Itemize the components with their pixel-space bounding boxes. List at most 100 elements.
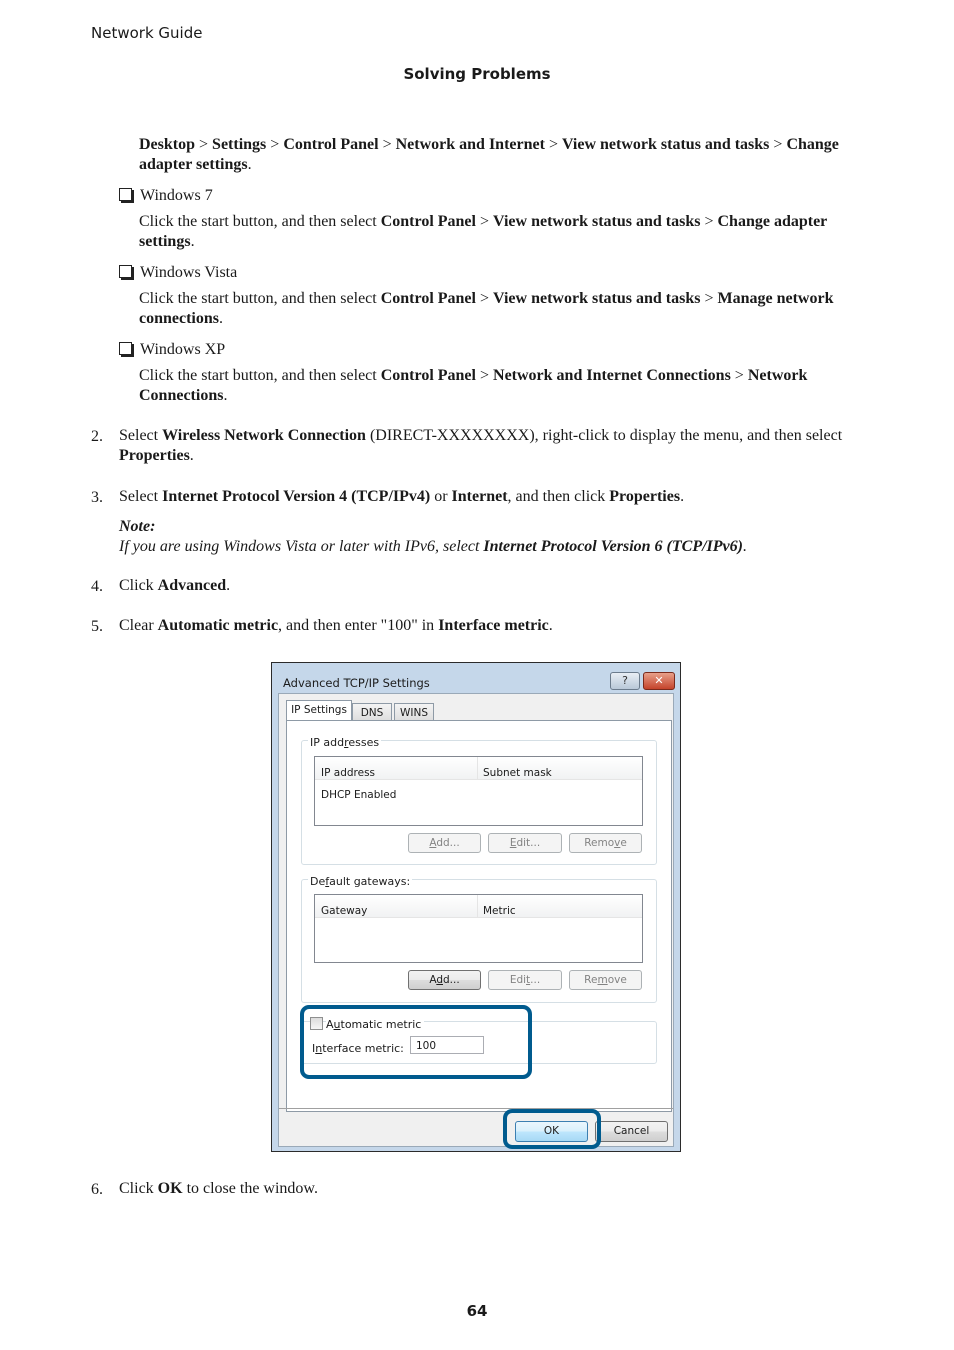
text-run: .	[548, 617, 553, 634]
bold-term: Advanced	[157, 577, 227, 594]
dialog-body: IP Settings DNS WINS IP addresses IP add…	[278, 693, 674, 1149]
step-2-text: Select Wireless Network Connection (DIRE…	[119, 426, 859, 466]
close-icon: ✕	[654, 674, 664, 687]
bold-term: Control Panel	[380, 290, 476, 307]
default-gateways-group: Default gateways: Gateway Metric Add... …	[301, 872, 657, 1003]
bold-term: View network status and tasks	[493, 290, 701, 307]
step-number: 3.	[91, 489, 103, 506]
gateway-edit-button[interactable]: Edit...	[488, 970, 562, 990]
ip-add-button[interactable]: Add...	[408, 833, 481, 853]
bold-term: Internet Protocol Version 4 (TCP/IPv4)	[162, 488, 431, 505]
text-run: .	[219, 310, 223, 327]
text-run: Select	[119, 427, 163, 444]
step-3-text: Select Internet Protocol Version 4 (TCP/…	[119, 487, 859, 507]
os-bullet-windows-vista: Windows Vista	[119, 263, 237, 283]
text-run: .	[226, 577, 231, 594]
text-run: .	[190, 233, 195, 250]
ip-edit-button[interactable]: Edit...	[488, 833, 562, 853]
column-metric[interactable]: Metric	[483, 901, 516, 921]
os-instruction-windows-vista: Click the start button, and then select …	[139, 289, 859, 329]
bold-term: Interface metric	[438, 617, 549, 634]
text-run: If you are using Windows Vista or later …	[119, 538, 484, 555]
checkbox-bullet-icon	[119, 188, 132, 201]
note-text: If you are using Windows Vista or later …	[119, 537, 859, 557]
column-ip-address[interactable]: IP address	[321, 763, 375, 783]
note-label: Note:	[119, 518, 156, 535]
text-run: >	[700, 290, 718, 307]
os-label: Windows Vista	[140, 264, 238, 281]
help-button[interactable]: ?	[610, 672, 640, 690]
bold-term: Properties	[119, 447, 190, 464]
text-run: (DIRECT-XXXXXXXX), right-click to displa…	[365, 427, 843, 444]
text-run: .	[742, 538, 747, 555]
path-segment: Control Panel	[283, 136, 379, 153]
text-run: Click the start button, and then select	[139, 367, 381, 384]
ip-address-list[interactable]: IP address Subnet mask DHCP Enabled	[314, 756, 643, 826]
text-run: Click	[119, 577, 158, 594]
list-item[interactable]: DHCP Enabled	[321, 785, 396, 805]
path-segment: View network status and tasks	[561, 136, 770, 153]
path-segment: Network and Internet	[395, 136, 545, 153]
os-label: Windows 7	[140, 187, 213, 204]
bold-term: Network and Internet Connections	[493, 367, 731, 384]
column-gateway[interactable]: Gateway	[321, 901, 367, 921]
ip-addresses-label: IP addresses	[308, 733, 382, 753]
text-run: , and then click	[507, 488, 610, 505]
text-run: Clear	[119, 617, 158, 634]
intro-path-paragraph: Desktop > Settings > Control Panel > Net…	[139, 135, 859, 175]
cancel-button[interactable]: Cancel	[595, 1121, 668, 1142]
text-run: , and then enter "100" in	[278, 617, 439, 634]
bold-term: Properties	[609, 488, 681, 505]
gateway-remove-button[interactable]: Remove	[569, 970, 642, 990]
text-run: >	[266, 136, 284, 153]
step-number: 5.	[91, 618, 103, 635]
dialog-title: Advanced TCP/IP Settings	[283, 676, 430, 690]
checkbox-bullet-icon	[119, 265, 132, 278]
text-run: >	[700, 213, 718, 230]
list-header: IP address Subnet mask	[315, 757, 642, 780]
list-header: Gateway Metric	[315, 895, 642, 918]
close-button[interactable]: ✕	[643, 672, 675, 690]
step-6-text: Click OK to close the window.	[119, 1179, 859, 1199]
text-run: .	[223, 387, 228, 404]
step-4-text: Click Advanced.	[119, 576, 859, 596]
text-run: to close the window.	[182, 1180, 318, 1197]
text-run: >	[475, 290, 494, 307]
checkbox-bullet-icon	[119, 342, 132, 355]
step-5-text: Clear Automatic metric, and then enter "…	[119, 616, 859, 636]
text-run: >	[378, 136, 396, 153]
highlight-callout	[300, 1005, 532, 1079]
advanced-tcpip-dialog: Advanced TCP/IP Settings ? ✕ IP Settings…	[271, 662, 681, 1152]
text-run: >	[475, 367, 494, 384]
text-run: >	[475, 213, 494, 230]
footer-divider	[279, 1108, 673, 1109]
os-instruction-windows-7: Click the start button, and then select …	[139, 212, 859, 252]
bold-term: Wireless Network Connection	[162, 427, 366, 444]
bold-term: View network status and tasks	[493, 213, 701, 230]
ip-remove-button[interactable]: Remove	[569, 833, 642, 853]
bold-term: Internet	[451, 488, 508, 505]
column-subnet-mask[interactable]: Subnet mask	[483, 763, 552, 783]
bold-term: OK	[157, 1180, 183, 1197]
os-label: Windows XP	[140, 341, 226, 358]
text-run: Select	[119, 488, 163, 505]
tab-ip-settings[interactable]: IP Settings	[286, 700, 352, 721]
step-number: 4.	[91, 578, 103, 595]
ip-settings-panel: IP addresses IP address Subnet mask DHCP…	[286, 720, 672, 1112]
os-bullet-windows-7: Windows 7	[119, 186, 213, 206]
gateway-add-button[interactable]: Add...	[408, 970, 481, 990]
os-bullet-windows-xp: Windows XP	[119, 340, 225, 360]
section-title: Solving Problems	[403, 65, 551, 83]
bold-term: Automatic metric	[157, 617, 279, 634]
page-number: 64	[466, 1302, 488, 1320]
text-run: .	[247, 156, 252, 173]
text-run: >	[730, 367, 748, 384]
text-run: >	[544, 136, 562, 153]
path-segment: Settings	[212, 136, 267, 153]
text-run: Click the start button, and then select	[139, 290, 381, 307]
gateway-list[interactable]: Gateway Metric	[314, 894, 643, 963]
text-run: Click	[119, 1180, 158, 1197]
text-run: .	[680, 488, 685, 505]
running-title: Network Guide	[91, 24, 203, 42]
text-run: .	[189, 447, 194, 464]
